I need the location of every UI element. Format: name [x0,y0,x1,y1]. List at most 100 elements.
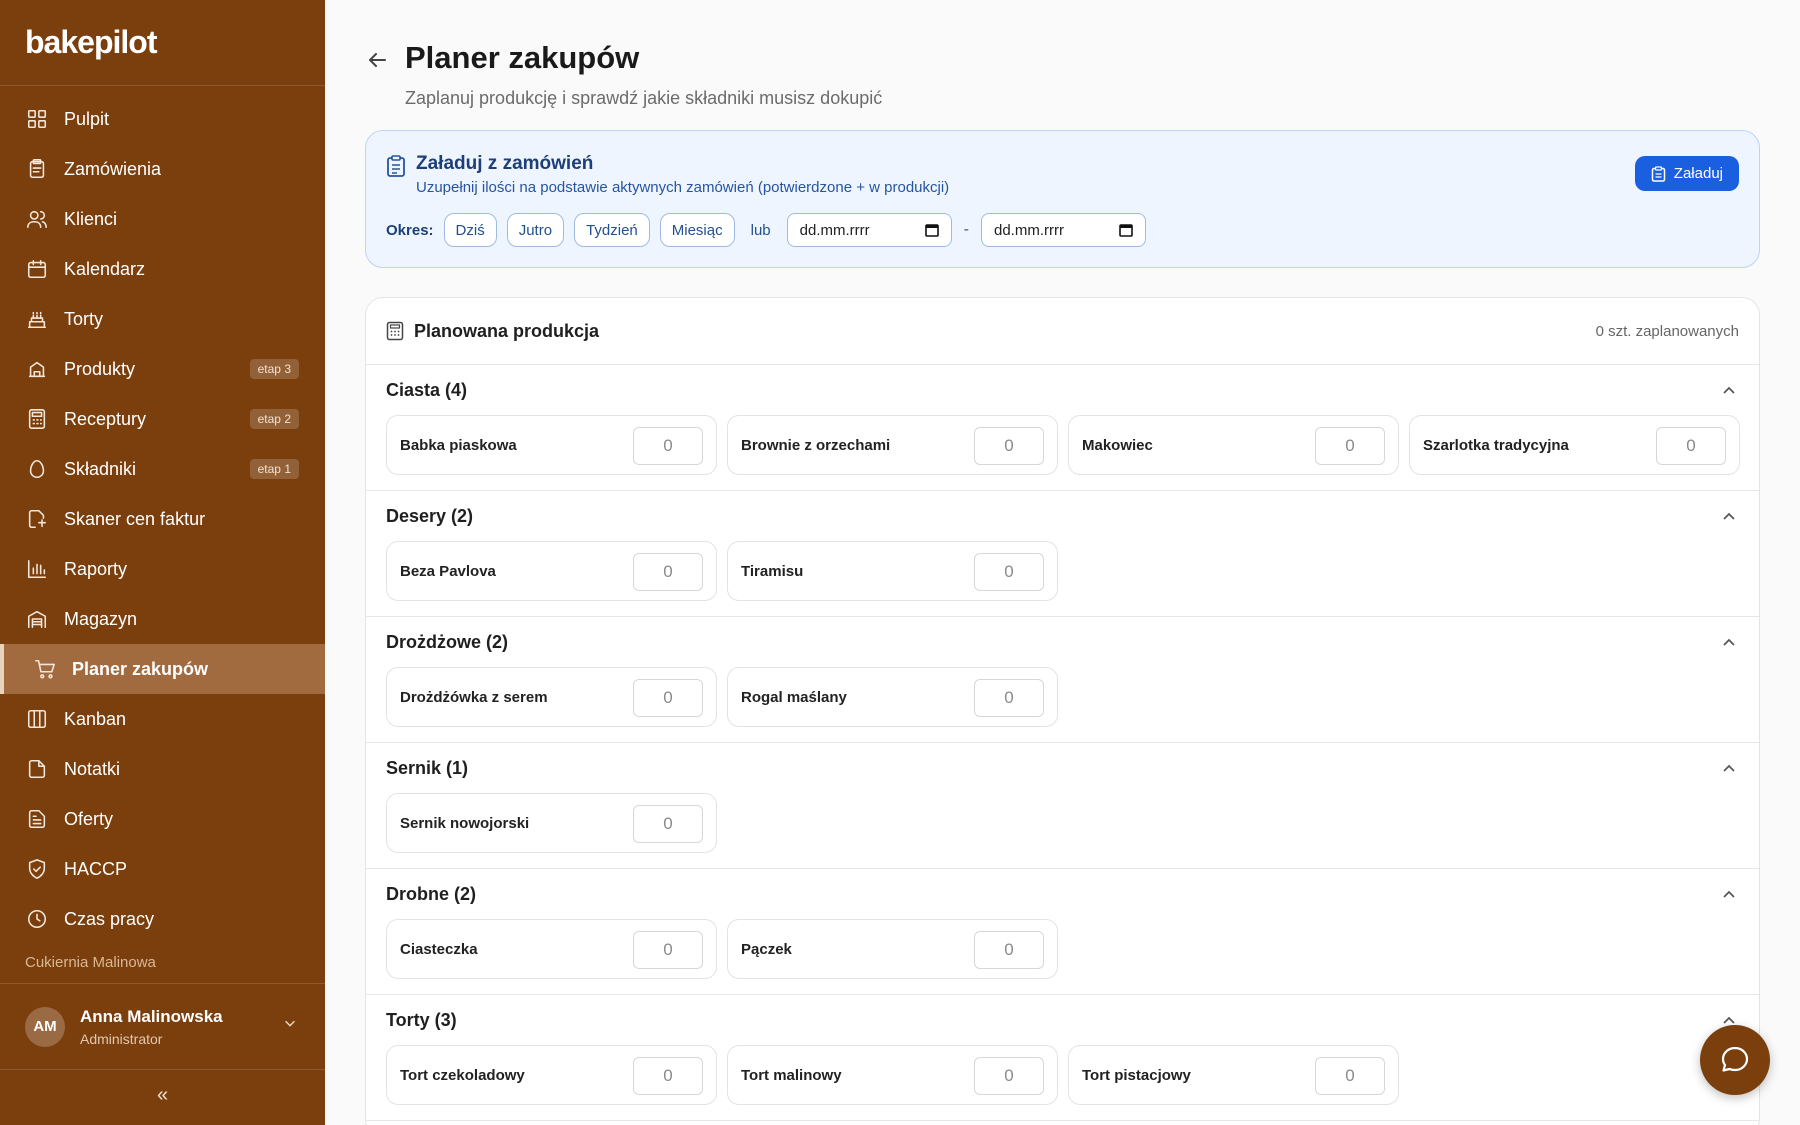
product-name: Ciasteczka [400,940,478,958]
period-chip-month[interactable]: Miesiąc [659,213,735,247]
product-name: Makowiec [1082,436,1153,454]
product-name: Tiramisu [741,562,804,580]
quantity-input[interactable]: 0 [1656,427,1726,465]
sidebar-item-kanban[interactable]: Kanban [0,694,325,744]
sidebar-item-receptury[interactable]: Receptury etap 2 [0,394,325,444]
category-section: Drożdżowe (2) Drożdżówka z serem 0 Rogal ma… [366,617,1759,743]
sidebar-item-torty[interactable]: Torty [0,294,325,344]
period-label: Okres: [386,221,434,239]
chat-button[interactable] [1700,1025,1770,1095]
user-menu[interactable]: AM Anna Malinowska Administrator [0,984,325,1070]
cart-icon [34,658,56,680]
date-to-input[interactable]: dd.mm.rrrr [980,213,1146,247]
date-from-input[interactable]: dd.mm.rrrr [786,213,952,247]
sidebar-item-planer-zakupów[interactable]: Planer zakupów [0,644,325,694]
sidebar-item-klienci[interactable]: Klienci [0,194,325,244]
period-chip-today[interactable]: Dziś [443,213,497,247]
sidebar-item-kalendarz[interactable]: Kalendarz [0,244,325,294]
sidebar-item-label: Zamówienia [64,158,162,179]
quantity-input[interactable]: 0 [974,679,1044,717]
product-name: Babka piaskowa [400,436,517,454]
date-to-placeholder: dd.mm.rrrr [993,221,1064,239]
product-name: Szarlotka tradycyjna [1423,436,1569,454]
calculator-icon [386,321,404,341]
sidebar-item-notatki[interactable]: Notatki [0,744,325,794]
quantity-input[interactable]: 0 [633,427,703,465]
category-title[interactable]: Torty (3) [386,1010,457,1031]
quantity-input[interactable]: 0 [633,805,703,843]
back-arrow-icon[interactable] [365,48,389,72]
sidebar-item-label: Raporty [64,558,128,579]
product-card: Beza Pavlova 0 [386,541,717,601]
quantity-input[interactable]: 0 [633,931,703,969]
calendar-icon [924,224,939,237]
sidebar-item-label: Kalendarz [64,258,146,279]
product-card: Ciasteczka 0 [386,919,717,979]
sidebar-item-zamówienia[interactable]: Zamówienia [0,144,325,194]
collapse-sidebar-button[interactable]: « [0,1070,325,1120]
quantity-input[interactable]: 0 [633,1057,703,1095]
category-title[interactable]: Ciasta (4) [386,380,467,401]
product-card: Pączek 0 [727,919,1058,979]
sidebar-item-label: Produkty [64,358,136,379]
sidebar-item-pulpit[interactable]: Pulpit [0,94,325,144]
sidebar-item-label: Notatki [64,758,121,779]
sidebar-item-label: Magazyn [64,608,138,629]
category-title[interactable]: Drobne (2) [386,884,476,905]
quantity-input[interactable]: 0 [1315,427,1385,465]
sidebar-item-raporty[interactable]: Raporty [0,544,325,594]
sidebar-item-oferty[interactable]: Oferty [0,794,325,844]
planned-production-header: Planowana produkcja 0 szt. zaplanowanych [366,298,1759,365]
sidebar-item-składniki[interactable]: Składniki etap 1 [0,444,325,494]
chevron-up-icon[interactable] [1721,383,1737,399]
product-name: Beza Pavlova [400,562,496,580]
sidebar-item-skaner-cen-faktur[interactable]: Skaner cen faktur [0,494,325,544]
clipboard-icon [26,158,48,180]
sidebar-item-haccp[interactable]: HACCP [0,844,325,894]
sidebar: bakepilot Pulpit Zamówienia Klienci Kalenda… [0,0,325,1125]
chevron-up-icon[interactable] [1721,887,1737,903]
egg-icon [26,458,48,480]
period-chip-tomorrow[interactable]: Jutro [506,213,565,247]
category-title[interactable]: Drożdżowe (2) [386,632,508,653]
quantity-input[interactable]: 0 [974,931,1044,969]
stage-badge: etap 2 [249,409,299,429]
product-list: Tort czekoladowy 0 Tort malinowy 0 Tort pist… [386,1045,1409,1105]
quantity-input[interactable]: 0 [1315,1057,1385,1095]
category-section: Desery (2) Beza Pavlova 0 Tiramisu 0 [366,491,1759,617]
sidebar-item-label: Planer zakupów [72,658,209,679]
sidebar-item-czas-pracy[interactable]: Czas pracy [0,894,325,944]
sidebar-nav: Pulpit Zamówienia Klienci Kalendarz Torty Pro… [0,86,325,944]
quantity-input[interactable]: 0 [974,427,1044,465]
category-title[interactable]: Desery (2) [386,506,473,527]
quantity-input[interactable]: 0 [974,1057,1044,1095]
sidebar-item-label: HACCP [64,858,128,879]
or-label: lub [750,221,771,239]
planned-production-title: Planowana produkcja [414,320,600,341]
brand-logo[interactable]: bakepilot [0,0,325,86]
clipboard-icon [1651,165,1666,182]
chevron-up-icon[interactable] [1721,761,1737,777]
sidebar-item-produkty[interactable]: Produkty etap 3 [0,344,325,394]
product-name: Tort pistacjowy [1082,1066,1191,1084]
quantity-input[interactable]: 0 [974,553,1044,591]
chevron-up-icon[interactable] [1721,509,1737,525]
category-title[interactable]: Sernik (1) [386,758,468,779]
load-button[interactable]: Załaduj [1634,156,1739,191]
cake-icon [26,308,48,330]
user-role: Administrator [80,1030,163,1047]
category-section: Drobne (2) Ciasteczka 0 Pączek 0 [366,869,1759,995]
user-name: Anna Malinowska [80,1006,223,1026]
chevron-up-icon[interactable] [1721,635,1737,651]
planned-production-card: Planowana produkcja 0 szt. zaplanowanych… [365,297,1760,1125]
sidebar-item-label: Pulpit [64,108,110,129]
chat-bubble-icon [1721,1046,1749,1072]
clock-icon [26,908,48,930]
product-list: Babka piaskowa 0 Brownie z orzechami 0 Makow… [386,415,1750,475]
chart-icon [26,558,48,580]
quantity-input[interactable]: 0 [633,553,703,591]
period-chip-week[interactable]: Tydzień [574,213,650,247]
product-card: Rogal maślany 0 [727,667,1058,727]
sidebar-item-magazyn[interactable]: Magazyn [0,594,325,644]
quantity-input[interactable]: 0 [633,679,703,717]
